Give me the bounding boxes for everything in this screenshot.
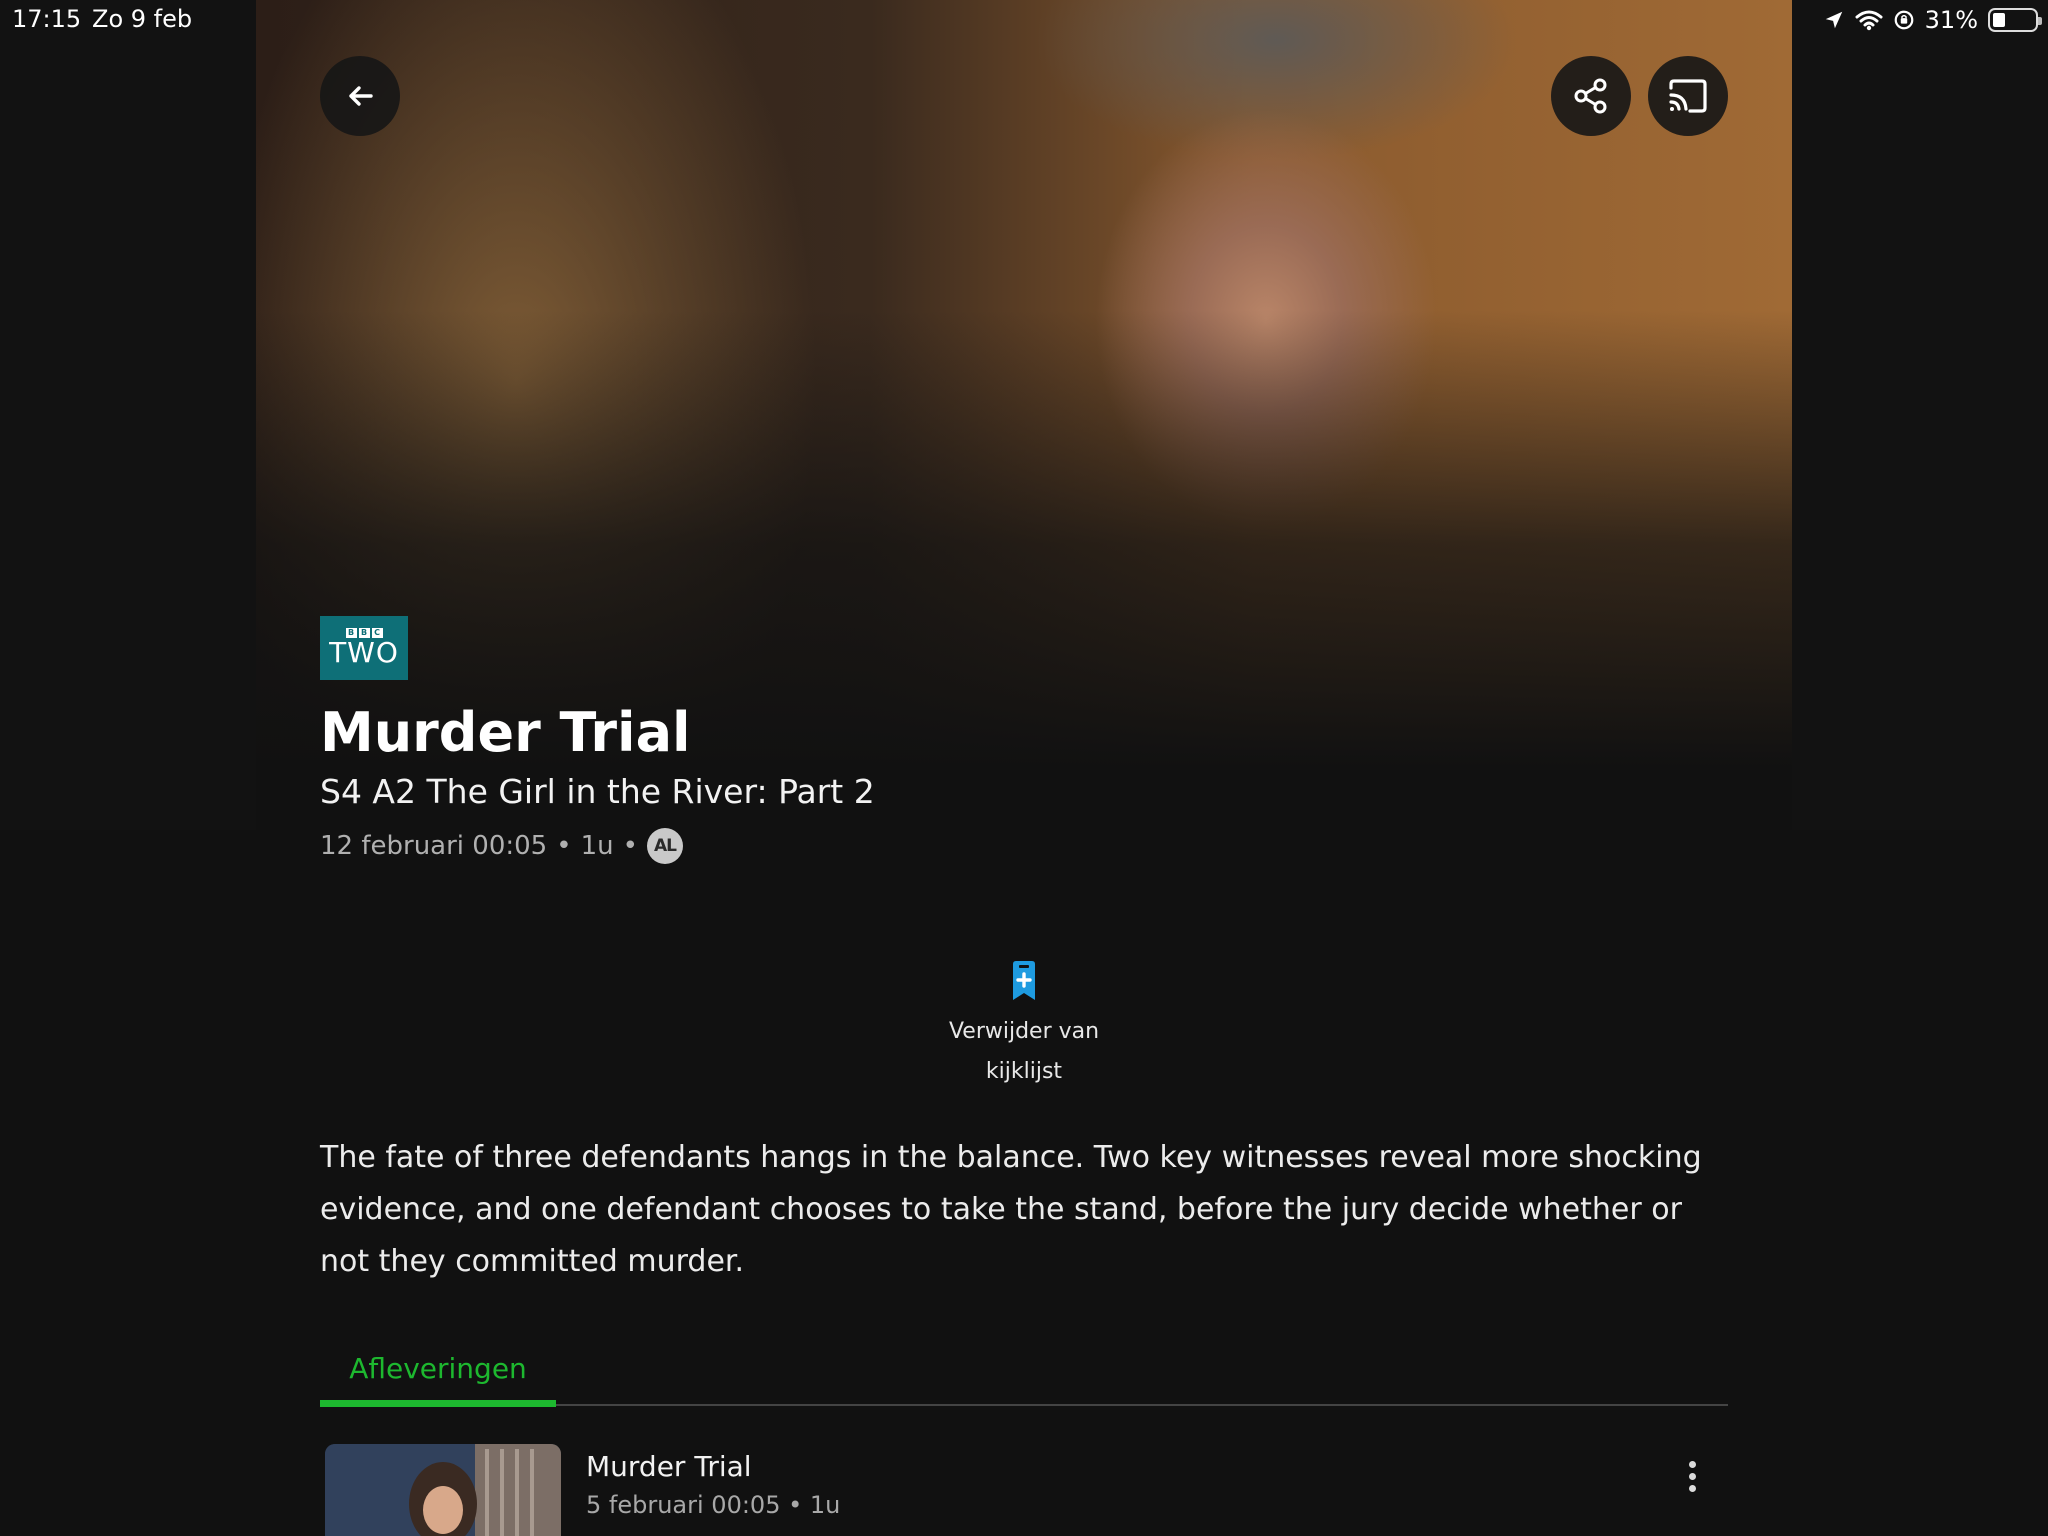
share-icon [1574, 78, 1607, 114]
episode-thumbnail-art [325, 1444, 561, 1536]
arrow-left-icon [349, 86, 373, 106]
more-dot-icon [1688, 1484, 1696, 1492]
status-date: Zo 9 feb [92, 5, 193, 33]
cast-icon [1669, 79, 1707, 113]
program-description: The fate of three defendants hangs in th… [320, 1140, 1702, 1279]
battery-cap [2038, 17, 2042, 25]
meta-separator: • [622, 831, 638, 861]
back-button[interactable] [320, 56, 400, 136]
duration: 1u [580, 831, 614, 861]
status-icons: 31% [1823, 4, 2042, 36]
episode-meta: 5 februari 00:05 • 1u [586, 1488, 840, 1522]
battery-percent: 31% [1924, 6, 1978, 34]
episode-title: S4 A2 The Girl in the River: Part 2 [320, 772, 875, 811]
wifi-icon [1855, 10, 1883, 31]
location-arrow-icon [1825, 11, 1842, 29]
battery-icon [1988, 8, 2042, 32]
episode-list-item[interactable]: Murder Trial 5 februari 00:05 • 1u [320, 1440, 1728, 1536]
episode-air-info: 5 februari 00:05 [586, 1491, 781, 1519]
channel-logo-name: TWO [329, 636, 399, 669]
episode-title: Murder Trial [586, 1450, 752, 1483]
meta-separator: • [556, 831, 572, 861]
cast-button[interactable] [1648, 56, 1728, 136]
program-meta: 12 februari 00:05 • 1u • AL [320, 828, 683, 864]
more-dot-icon [1688, 1472, 1696, 1480]
program-detail-screen: 17:15 Zo 9 feb 31% B B C TWO Murder Tria… [0, 0, 2048, 1536]
tab-bar: Afleveringen [320, 1330, 1728, 1407]
tab-episodes[interactable]: Afleveringen [320, 1330, 556, 1406]
air-info: 12 februari 00:05 [320, 831, 548, 861]
battery-fill [1993, 13, 2005, 27]
more-dot-icon [1688, 1460, 1696, 1468]
share-button[interactable] [1551, 56, 1631, 136]
more-options-button[interactable] [1668, 1448, 1716, 1504]
episode-duration: 1u [809, 1491, 841, 1519]
tab-active-indicator [320, 1400, 556, 1407]
bookmark-plus-icon [1013, 961, 1035, 1000]
age-rating-badge: AL [646, 828, 683, 864]
hero-side-left [0, 0, 256, 830]
episode-thumbnail [325, 1444, 561, 1536]
orientation-lock-icon [1894, 10, 1914, 30]
hero-side-right [1792, 0, 2048, 830]
status-time: 17:15 [12, 5, 82, 33]
program-title: Murder Trial [320, 701, 691, 764]
episode-meta-separator: • [788, 1491, 803, 1519]
watchlist-label: Verwijder van kijklijst [948, 1019, 1100, 1084]
channel-logo: BBC TWO [320, 616, 408, 680]
watchlist-button[interactable]: Verwijder van kijklijst [924, 960, 1124, 1092]
status-bar: 17:15 Zo 9 feb 31% [0, 0, 2048, 40]
